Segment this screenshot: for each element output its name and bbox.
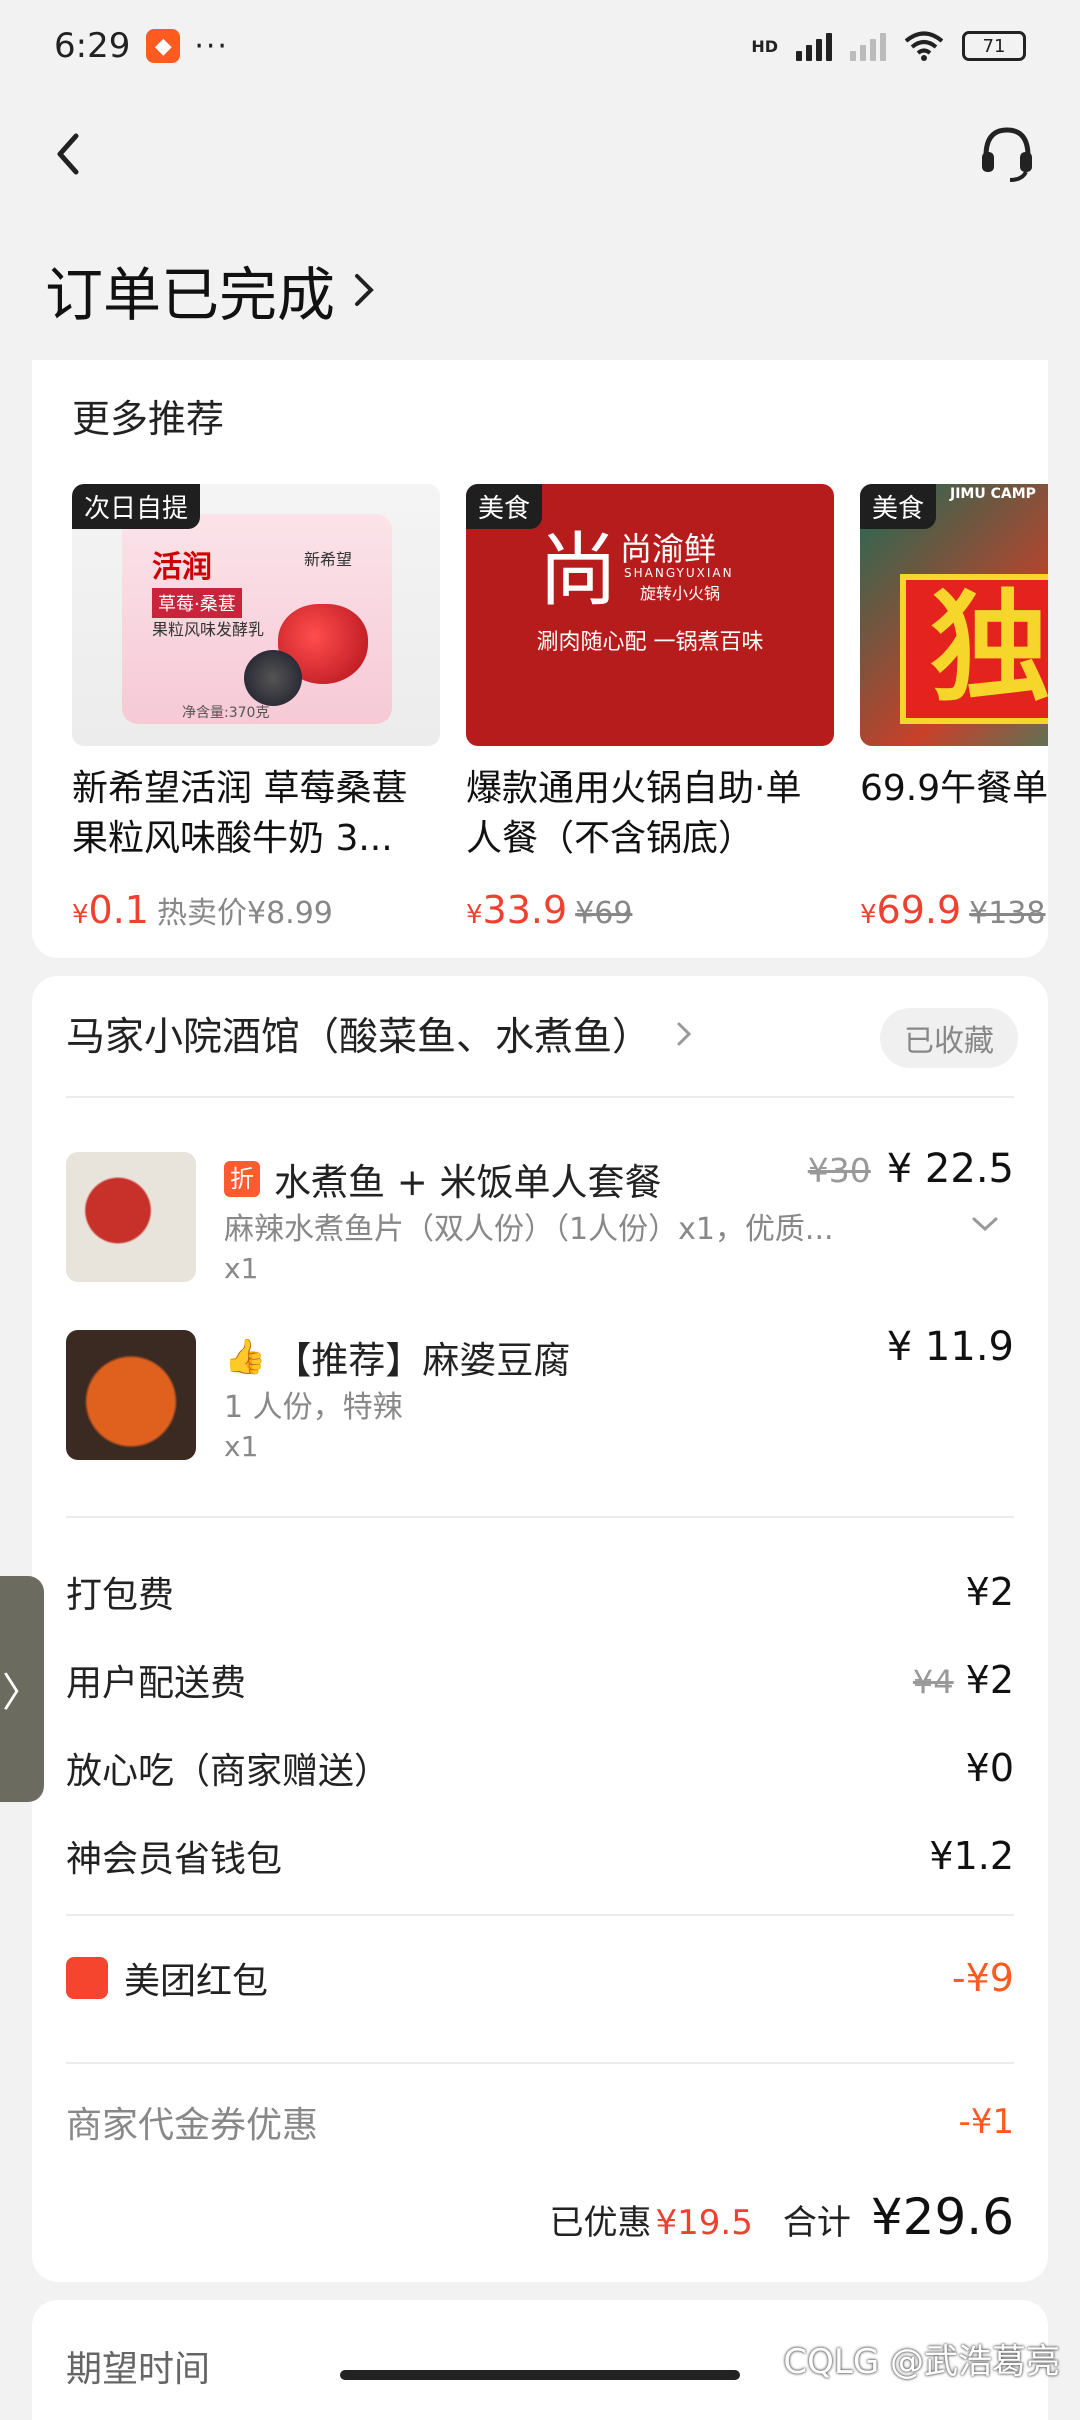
- discount-badge: 折: [224, 1161, 260, 1197]
- expected-time-title: 期望时间: [66, 2349, 211, 2390]
- wifi-icon: [904, 31, 944, 61]
- item-name: 折 水煮鱼 + 米饭单人套餐: [224, 1152, 662, 1206]
- recommend-item[interactable]: 尚 尚渝鲜 SHANGYUXIAN 旋转小火锅 涮肉随心配 一锅煮百味 美食 爆…: [466, 484, 834, 932]
- order-item[interactable]: 折 水煮鱼 + 米饭单人套餐 麻辣水煮鱼片（双人份）（1人份）x1，优质... …: [66, 1146, 1014, 1292]
- nav-bar: [0, 110, 1080, 200]
- customer-service-icon[interactable]: [976, 122, 1038, 184]
- divider: [66, 1516, 1014, 1518]
- back-arrow-icon[interactable]: [50, 124, 90, 184]
- recommend-name: 69.9午餐单人: [860, 768, 1048, 809]
- fee-row-member: 神会员省钱包 ¥1.2: [66, 1834, 1014, 1880]
- status-time: 6:29: [54, 26, 131, 66]
- item-current-price: ¥ 22.5: [886, 1146, 1014, 1192]
- recommend-tag: 次日自提: [72, 484, 201, 529]
- fee-row-delivery: 用户配送费 ¥4 ¥2: [66, 1658, 1014, 1704]
- item-price: ¥ 11.9: [887, 1324, 1014, 1370]
- recommend-item[interactable]: 活润 新希望 草莓·桑葚 果粒风味发酵乳 净含量:370克 次日自提 新希望活润…: [72, 484, 440, 932]
- page-title: 订单已完成: [45, 261, 336, 329]
- side-drawer-handle[interactable]: 〉: [0, 1576, 44, 1802]
- signal-icon: [796, 31, 832, 61]
- favorite-button[interactable]: 已收藏: [880, 1008, 1018, 1068]
- recommend-price: ¥ 33.9 ¥69: [466, 888, 633, 932]
- voucher-row: 商家代金券优惠 -¥1: [66, 2102, 1014, 2146]
- fee-row-insurance: 放心吃（商家赠送） ¥0: [66, 1746, 1014, 1792]
- order-item[interactable]: 👍 【推荐】麻婆豆腐 1 人份，特辣 x1 ¥ 11.9: [66, 1324, 1014, 1470]
- item-name: 👍 【推荐】麻婆豆腐: [224, 1337, 571, 1382]
- recommend-card: 更多推荐 活润 新希望 草莓·桑葚 果粒风味发酵乳 净含量:370克 次日自提 …: [32, 360, 1048, 958]
- app-notification-icon: ◆: [146, 29, 181, 63]
- total-amount: ¥29.6: [870, 2188, 1014, 2246]
- divider: [66, 1914, 1014, 1916]
- watermark: CQLG @武浩葛亮: [783, 2342, 1060, 2382]
- chevron-down-icon[interactable]: [970, 1214, 1000, 1234]
- recommend-price: ¥ 0.1 热卖价¥8.99: [72, 888, 333, 932]
- recommend-name: 爆款通用火锅自助·单人餐（不含锅底）: [466, 768, 802, 859]
- hd-label: HD: [751, 36, 778, 56]
- item-image: [66, 1152, 196, 1282]
- item-desc: 1 人份，特辣: [224, 1390, 403, 1425]
- thumbs-up-icon: 👍: [224, 1337, 267, 1377]
- recommend-item[interactable]: JIMU CAMP 独 美食 69.9午餐单人 ¥ 69.9 ¥138: [860, 484, 1048, 932]
- item-qty: x1: [224, 1430, 259, 1463]
- product-image: 活润 新希望 草莓·桑葚 果粒风味发酵乳 净含量:370克 次日自提: [72, 484, 440, 746]
- recommend-tag: 美食: [860, 484, 937, 529]
- redpacket-row: 美团红包 -¥9: [66, 1948, 1014, 2008]
- product-image: JIMU CAMP 独 美食: [860, 484, 1048, 746]
- fee-row-packing: 打包费 ¥2: [66, 1570, 1014, 1616]
- divider: [66, 2062, 1014, 2064]
- recommend-name: 新希望活润 草莓桑葚果粒风味酸牛奶 3...: [72, 768, 408, 859]
- shop-link[interactable]: 马家小院酒馆（酸菜鱼、水煮鱼）: [66, 1006, 693, 1062]
- divider: [66, 1096, 1014, 1098]
- chevron-right-icon: [355, 274, 374, 306]
- more-notifications-icon: ···: [194, 28, 229, 64]
- item-qty: x1: [224, 1252, 259, 1285]
- status-bar: 6:29 ◆ ··· HD 71: [0, 0, 1080, 92]
- recommend-price: ¥ 69.9 ¥138: [860, 888, 1046, 932]
- red-packet-icon: [66, 1957, 108, 1999]
- item-current-price: ¥ 11.9: [886, 1324, 1014, 1370]
- battery-level: 71: [982, 35, 1006, 57]
- shop-name: 马家小院酒馆（酸菜鱼、水煮鱼）: [66, 1015, 652, 1060]
- item-desc: 麻辣水煮鱼片（双人份）（1人份）x1，优质...: [224, 1212, 834, 1247]
- item-price: ¥30 ¥ 22.5: [808, 1146, 1014, 1192]
- chevron-right-icon: [677, 1022, 692, 1046]
- item-old-price: ¥30: [807, 1151, 871, 1190]
- home-indicator[interactable]: [340, 2370, 740, 2380]
- item-image: [66, 1330, 196, 1460]
- battery-icon: 71: [962, 31, 1026, 61]
- product-image: 尚 尚渝鲜 SHANGYUXIAN 旋转小火锅 涮肉随心配 一锅煮百味 美食: [466, 484, 834, 746]
- order-status-link[interactable]: 订单已完成: [45, 248, 377, 332]
- signal-2-icon: [850, 31, 886, 61]
- recommend-title: 更多推荐: [72, 397, 225, 441]
- recommend-list[interactable]: 活润 新希望 草莓·桑葚 果粒风味发酵乳 净含量:370克 次日自提 新希望活润…: [72, 484, 1048, 944]
- recommend-tag: 美食: [466, 484, 543, 529]
- order-summary: 已优惠 ¥19.5 合计 ¥29.6: [549, 2188, 1014, 2246]
- order-card: 马家小院酒馆（酸菜鱼、水煮鱼） 已收藏 折 水煮鱼 + 米饭单人套餐 麻辣水煮鱼…: [32, 976, 1048, 2282]
